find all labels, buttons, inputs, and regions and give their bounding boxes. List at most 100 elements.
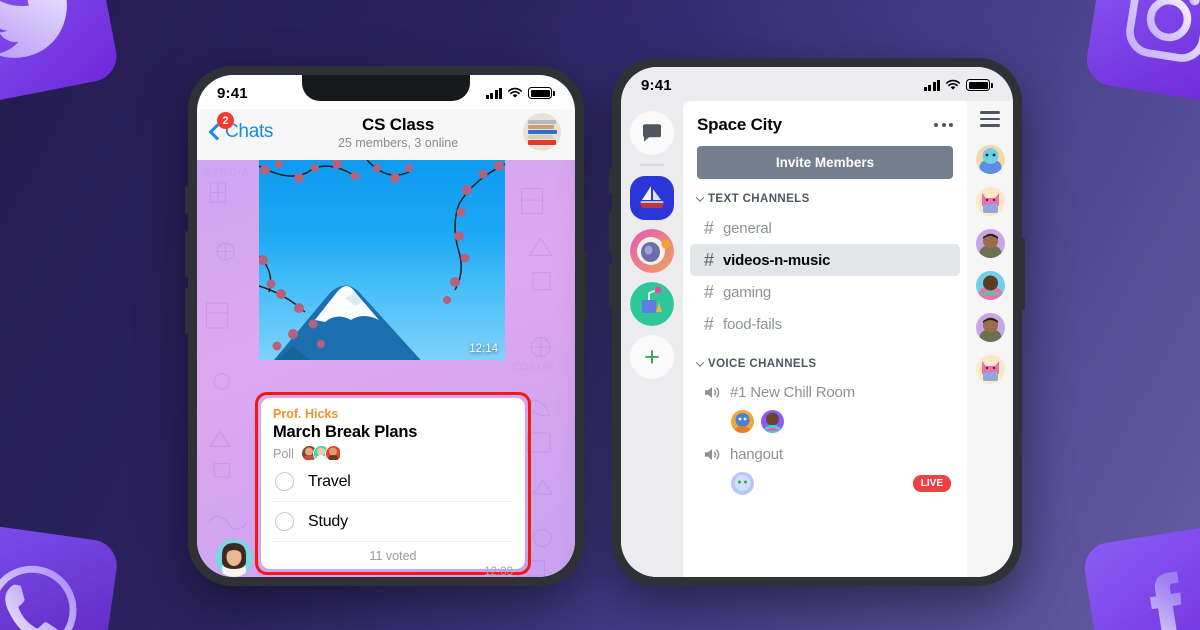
phone-volume-down-button[interactable] xyxy=(609,264,612,308)
photo-timestamp: 12:14 xyxy=(469,343,498,355)
channel-label: #1 New Chill Room xyxy=(730,384,855,401)
poll-vote-count: 11 voted xyxy=(369,549,417,563)
member-avatar[interactable] xyxy=(975,312,1005,342)
member-avatar[interactable] xyxy=(975,186,1005,216)
menu-icon[interactable] xyxy=(980,111,1000,131)
server-menu-icon[interactable] xyxy=(934,123,953,127)
status-bar-time: 9:41 xyxy=(217,84,248,102)
channel-label: hangout xyxy=(730,446,783,463)
twitter-icon xyxy=(0,0,121,105)
sidebar-item-food-fails[interactable]: # food-fails xyxy=(690,308,960,340)
sidebar-item-hangout[interactable]: hangout xyxy=(690,439,960,470)
live-badge: LIVE xyxy=(912,475,951,492)
page-title: CS Class xyxy=(362,114,435,134)
voice-member-avatar[interactable] xyxy=(731,410,754,433)
battery-icon xyxy=(528,87,555,99)
server-name: Space City xyxy=(697,115,782,134)
voice-member-avatar[interactable] xyxy=(731,472,754,495)
photo-message[interactable]: 12:14 xyxy=(259,160,505,360)
server-rail[interactable]: + xyxy=(621,101,683,577)
battery-icon xyxy=(966,79,993,91)
cellular-signal-icon xyxy=(485,87,503,99)
hash-icon: # xyxy=(704,218,715,238)
instagram-icon xyxy=(1083,0,1200,105)
poll-author: Prof. Hicks xyxy=(273,407,339,421)
voter-avatar xyxy=(324,445,342,462)
hash-icon: # xyxy=(704,282,715,302)
cherry-blossom-branches xyxy=(259,160,505,351)
unread-badge: 2 xyxy=(217,112,234,129)
radio-icon[interactable] xyxy=(275,472,294,491)
poll-option[interactable]: Study xyxy=(273,502,513,542)
facebook-icon xyxy=(1081,523,1200,630)
wifi-icon xyxy=(508,87,523,98)
channel-list[interactable]: Space City Invite Members TEXT CHANNELS … xyxy=(683,101,967,577)
sidebar-item-videos-n-music[interactable]: # videos-n-music xyxy=(690,244,960,276)
message-list[interactable]: ETROIA COEUR 12:14 Prof. Hicks March Bre… xyxy=(197,160,575,577)
channel-label: videos-n-music xyxy=(723,251,831,269)
category-label: VOICE CHANNELS xyxy=(708,358,817,370)
voice-member-avatar[interactable] xyxy=(761,410,784,433)
chat-header: 2 Chats CS Class 25 members, 3 online xyxy=(197,109,575,160)
phone-power-button[interactable] xyxy=(1022,238,1025,310)
status-bar: 9:41 xyxy=(197,75,575,109)
chevron-down-icon xyxy=(695,358,705,367)
hash-icon: # xyxy=(704,250,715,270)
chat-title-block[interactable]: CS Class 25 members, 3 online xyxy=(277,115,519,150)
member-avatar[interactable] xyxy=(975,228,1005,258)
status-bar: 9:41 xyxy=(621,67,1013,101)
poll-title: March Break Plans xyxy=(273,423,418,441)
chat-subtitle: 25 members, 3 online xyxy=(337,135,459,150)
phone-power-button[interactable] xyxy=(584,251,587,321)
poll-option-label: Travel xyxy=(308,472,351,490)
poll-option[interactable]: Travel xyxy=(273,462,513,502)
sidebar-item-teal-server[interactable] xyxy=(630,282,674,326)
voice-channel-members[interactable]: LIVE xyxy=(683,470,967,501)
phone-volume-up-button[interactable] xyxy=(609,210,612,254)
category-voice-channels[interactable]: VOICE CHANNELS xyxy=(683,358,967,370)
svg-text:ETROIA: ETROIA xyxy=(205,166,250,178)
member-avatar[interactable] xyxy=(975,144,1005,174)
channel-label: food-fails xyxy=(723,315,782,333)
category-text-channels[interactable]: TEXT CHANNELS xyxy=(683,193,967,205)
cellular-signal-icon xyxy=(923,79,941,91)
poll-timestamp: 12:33 xyxy=(484,566,513,577)
sidebar-item-gaming[interactable]: # gaming xyxy=(690,276,960,308)
invite-members-button[interactable]: Invite Members xyxy=(697,146,953,179)
whatsapp-icon xyxy=(0,521,121,630)
radio-icon[interactable] xyxy=(275,512,294,531)
sidebar-item-space-city[interactable] xyxy=(630,176,674,220)
voice-channel-members[interactable] xyxy=(683,408,967,439)
hash-icon: # xyxy=(704,314,715,334)
rail-divider xyxy=(639,164,665,166)
sidebar-item-new-chill-room[interactable]: #1 New Chill Room xyxy=(690,377,960,408)
svg-text:COEUR: COEUR xyxy=(512,361,555,373)
phone-mute-button[interactable] xyxy=(609,168,612,194)
wifi-icon xyxy=(946,79,961,90)
telegram-phone: 9:41 2 Chats CS Class 25 members, 3 onli… xyxy=(185,66,587,586)
status-bar-time: 9:41 xyxy=(641,76,672,94)
member-avatar[interactable] xyxy=(975,270,1005,300)
add-server-label: + xyxy=(644,341,660,372)
direct-messages-icon[interactable] xyxy=(630,111,674,155)
phone-mute-button[interactable] xyxy=(185,186,188,214)
phone-volume-down-button[interactable] xyxy=(185,288,188,334)
sidebar-item-astronaut-server[interactable] xyxy=(630,229,674,273)
speaker-icon xyxy=(705,449,720,460)
category-label: TEXT CHANNELS xyxy=(708,193,810,205)
sidebar-item-general[interactable]: # general xyxy=(690,212,960,244)
back-to-chats-button[interactable]: 2 Chats xyxy=(208,112,273,143)
poll-card[interactable]: Prof. Hicks March Break Plans Poll Trave… xyxy=(261,398,525,577)
add-server-button[interactable]: + xyxy=(630,335,674,379)
discord-main: + Space City Invite Members TEXT CHANNEL… xyxy=(621,101,1013,577)
chat-avatar[interactable] xyxy=(523,113,561,151)
poll-option-label: Study xyxy=(308,512,348,530)
poll-voter-avatars[interactable] xyxy=(300,445,342,462)
phone-volume-up-button[interactable] xyxy=(185,231,188,277)
poll-type-label: Poll xyxy=(273,446,294,461)
member-list[interactable] xyxy=(967,101,1013,577)
poll-message-highlight: Prof. Hicks March Break Plans Poll Trave… xyxy=(255,392,531,577)
chevron-down-icon xyxy=(695,193,705,202)
message-sender-avatar[interactable] xyxy=(215,539,253,577)
member-avatar[interactable] xyxy=(975,354,1005,384)
